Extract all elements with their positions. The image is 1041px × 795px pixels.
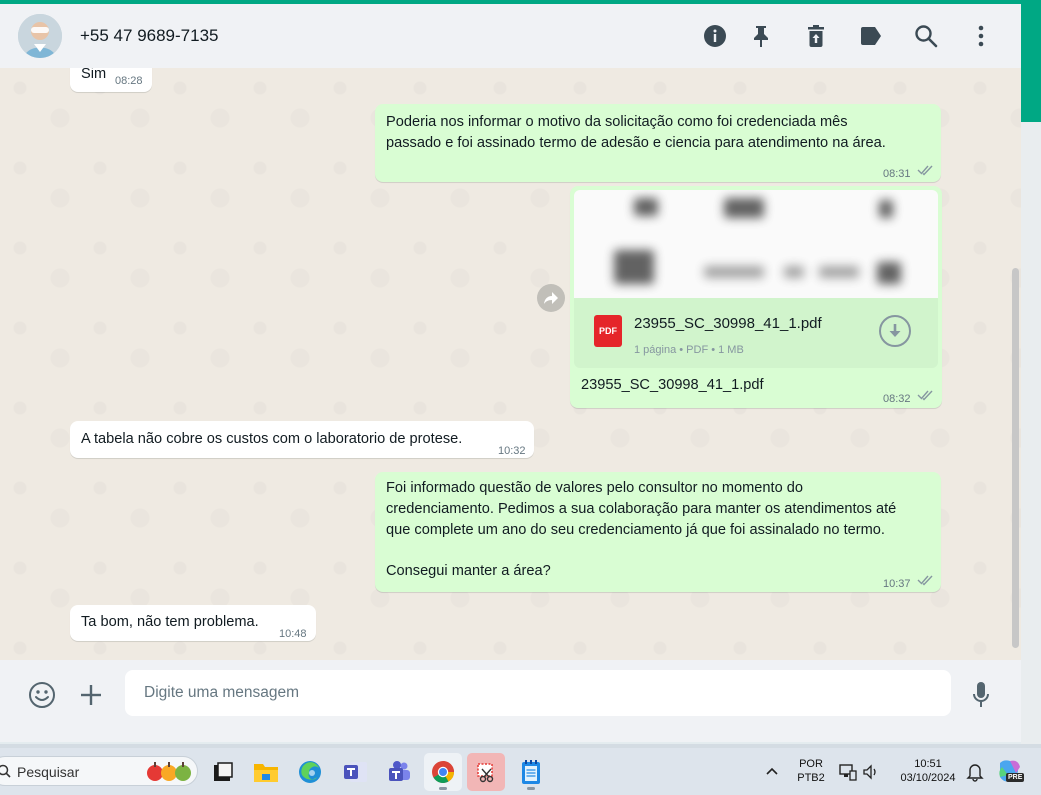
message-outgoing[interactable]: Foi informado questão de valores pelo co… bbox=[375, 472, 941, 592]
message-time: 10:37 bbox=[883, 578, 911, 590]
message-text-line: que complete um ano do seu credenciament… bbox=[386, 522, 885, 538]
edge-icon[interactable] bbox=[291, 753, 329, 791]
delete-icon[interactable] bbox=[802, 22, 830, 50]
message-outgoing[interactable]: Poderia nos informar o motivo da solicit… bbox=[375, 104, 941, 182]
input-language[interactable]: POR PTB2 bbox=[794, 758, 828, 784]
message-time: 08:31 bbox=[883, 168, 911, 180]
system-clock[interactable]: 10:51 03/10/2024 bbox=[890, 758, 966, 784]
message-input[interactable] bbox=[125, 670, 951, 716]
search-icon bbox=[0, 764, 11, 778]
document-caption: 23955_SC_30998_41_1.pdf bbox=[581, 377, 764, 393]
message-text-line: Foi informado questão de valores pelo co… bbox=[386, 480, 803, 496]
language-code: POR bbox=[799, 758, 823, 770]
pdf-file-icon: PDF bbox=[594, 315, 622, 347]
message-text-line: Poderia nos informar o motivo da solicit… bbox=[386, 114, 848, 130]
download-icon[interactable] bbox=[879, 315, 911, 347]
message-text: A tabela não cobre os custos com o labor… bbox=[81, 431, 463, 447]
chevron-up-icon[interactable] bbox=[764, 763, 780, 779]
attach-plus-icon[interactable] bbox=[76, 680, 106, 710]
taskbar-search[interactable]: Pesquisar bbox=[0, 756, 198, 786]
copilot-icon[interactable]: PRE bbox=[996, 757, 1025, 785]
message-composer bbox=[0, 660, 1021, 742]
clock-time: 10:51 bbox=[914, 758, 942, 770]
teams-icon[interactable] bbox=[380, 753, 418, 791]
message-time: 10:32 bbox=[498, 445, 526, 457]
open-app-indicator bbox=[527, 787, 535, 790]
message-incoming[interactable]: Sim 08:28 bbox=[70, 68, 152, 92]
document-preview[interactable] bbox=[574, 190, 938, 299]
chrome-icon[interactable] bbox=[424, 753, 462, 791]
message-text-line: passado e foi assinado termo de adesão e… bbox=[386, 135, 886, 151]
copilot-badge: PRE bbox=[1006, 773, 1025, 782]
document-file-name: 23955_SC_30998_41_1.pdf bbox=[634, 315, 822, 332]
message-text: Sim bbox=[81, 68, 107, 82]
contact-name[interactable]: +55 47 9689-7135 bbox=[80, 26, 219, 46]
chat-header: +55 47 9689-7135 bbox=[0, 4, 1021, 68]
active-app-indicator bbox=[439, 787, 447, 790]
message-time: 10:48 bbox=[279, 628, 307, 640]
right-edge-panel bbox=[1021, 4, 1041, 744]
folder-icon[interactable] bbox=[247, 753, 285, 791]
message-list[interactable]: Sim 08:28 Poderia nos informar o motivo … bbox=[0, 68, 1021, 660]
document-file-meta: 1 página • PDF • 1 MB bbox=[634, 344, 744, 356]
forward-icon[interactable] bbox=[537, 284, 565, 312]
notepad-icon[interactable] bbox=[512, 753, 550, 791]
menu-icon[interactable] bbox=[967, 22, 995, 50]
windows-taskbar: Pesquisar POR PTB2 10:51 03/10/2024 PRE bbox=[0, 748, 1041, 795]
pin-icon[interactable] bbox=[747, 22, 775, 50]
read-ticks-icon bbox=[917, 165, 933, 176]
message-outgoing-document[interactable]: PDF 23955_SC_30998_41_1.pdf 1 página • P… bbox=[570, 186, 942, 408]
message-text-line: Consegui manter a área? bbox=[386, 563, 551, 579]
label-icon[interactable] bbox=[857, 22, 885, 50]
file-explorer-icon[interactable] bbox=[204, 753, 242, 791]
chat-scrollbar[interactable] bbox=[1012, 268, 1019, 648]
notification-bell-icon[interactable] bbox=[966, 762, 984, 782]
read-ticks-icon bbox=[917, 390, 933, 401]
teams-classic-icon[interactable] bbox=[336, 753, 374, 791]
keyboard-layout: PTB2 bbox=[797, 772, 825, 784]
read-ticks-icon bbox=[917, 575, 933, 586]
clock-date: 03/10/2024 bbox=[900, 772, 956, 784]
snipping-tool-icon[interactable] bbox=[467, 753, 505, 791]
emoji-icon[interactable] bbox=[27, 680, 57, 710]
message-text: Ta bom, não tem problema. bbox=[81, 614, 259, 630]
volume-icon[interactable] bbox=[861, 762, 881, 782]
taskbar-search-label: Pesquisar bbox=[17, 764, 80, 780]
whatsapp-chat-window: +55 47 9689-7135 Sim 08:28 Poderia nos i… bbox=[0, 4, 1021, 742]
info-icon[interactable] bbox=[701, 22, 729, 50]
message-time: 08:28 bbox=[115, 75, 143, 87]
contact-avatar[interactable] bbox=[18, 14, 62, 58]
message-time: 08:32 bbox=[883, 393, 911, 405]
message-incoming[interactable]: A tabela não cobre os custos com o labor… bbox=[70, 421, 534, 458]
search-icon[interactable] bbox=[912, 22, 940, 50]
message-text-line: credenciamento. Pedimos a sua colaboraçã… bbox=[386, 501, 897, 517]
network-icon[interactable] bbox=[838, 762, 858, 782]
message-incoming[interactable]: Ta bom, não tem problema. 10:48 bbox=[70, 605, 316, 641]
microphone-icon[interactable] bbox=[966, 680, 996, 710]
search-highlight-fruits-icon bbox=[147, 762, 191, 781]
document-attachment[interactable]: PDF 23955_SC_30998_41_1.pdf 1 página • P… bbox=[574, 298, 938, 368]
